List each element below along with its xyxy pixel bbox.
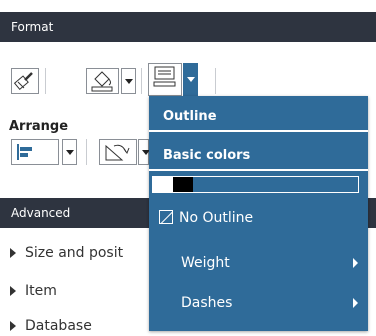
rotate-dropdown[interactable] — [138, 139, 150, 165]
expand-arrow-icon — [10, 321, 16, 331]
menu-item-weight[interactable]: Weight — [149, 248, 368, 278]
color-swatch-white[interactable] — [153, 177, 173, 192]
advanced-item-label: Item — [25, 283, 57, 299]
menu-outline-title: Outline — [149, 102, 368, 132]
menu-item-label: Weight — [181, 255, 230, 271]
outline-menu: Outline Basic colors No Outline Weight D… — [149, 96, 368, 331]
advanced-item-label: Database — [25, 318, 92, 334]
fill-bucket-icon — [91, 71, 113, 92]
expand-arrow-icon — [10, 286, 16, 296]
format-title: Format — [11, 20, 54, 34]
toolbar-separator — [215, 68, 216, 94]
menu-outline-label: Outline — [163, 109, 217, 124]
format-painter-icon — [13, 72, 33, 90]
menu-item-label: No Outline — [179, 210, 254, 226]
rotate-icon — [105, 144, 130, 161]
color-swatch-black[interactable] — [173, 177, 193, 192]
fill-color-button[interactable] — [86, 68, 119, 94]
toolbar-separator — [86, 139, 87, 165]
advanced-item-size-position[interactable]: Size and posit — [10, 243, 123, 263]
advanced-item-item[interactable]: Item — [10, 281, 57, 301]
arrange-label: Arrange — [9, 119, 69, 134]
expand-arrow-icon — [10, 248, 16, 258]
format-panel-header: Format — [0, 12, 376, 42]
outline-icon — [153, 66, 176, 87]
color-swatch-strip — [152, 176, 359, 193]
outline-dropdown[interactable] — [183, 63, 198, 96]
menu-item-label: Dashes — [181, 295, 233, 311]
align-button[interactable] — [11, 139, 59, 165]
advanced-title: Advanced — [11, 206, 71, 220]
format-painter-button[interactable] — [11, 68, 39, 94]
advanced-item-database[interactable]: Database — [10, 316, 92, 336]
menu-item-dashes[interactable]: Dashes — [149, 288, 368, 318]
toolbar-separator — [45, 68, 46, 94]
align-left-icon — [17, 144, 32, 160]
submenu-arrow-icon — [353, 258, 358, 268]
rotate-button[interactable] — [99, 139, 137, 165]
outline-button[interactable] — [148, 63, 182, 96]
fill-color-dropdown[interactable] — [121, 68, 136, 94]
menu-basic-colors-title: Basic colors — [149, 141, 368, 171]
submenu-arrow-icon — [353, 298, 358, 308]
menu-basic-colors-label: Basic colors — [163, 148, 251, 163]
advanced-item-label: Size and posit — [25, 245, 124, 261]
align-dropdown[interactable] — [62, 139, 77, 165]
no-outline-icon — [159, 210, 173, 224]
toolbar-separator — [141, 68, 142, 94]
menu-item-no-outline[interactable]: No Outline — [149, 203, 368, 233]
